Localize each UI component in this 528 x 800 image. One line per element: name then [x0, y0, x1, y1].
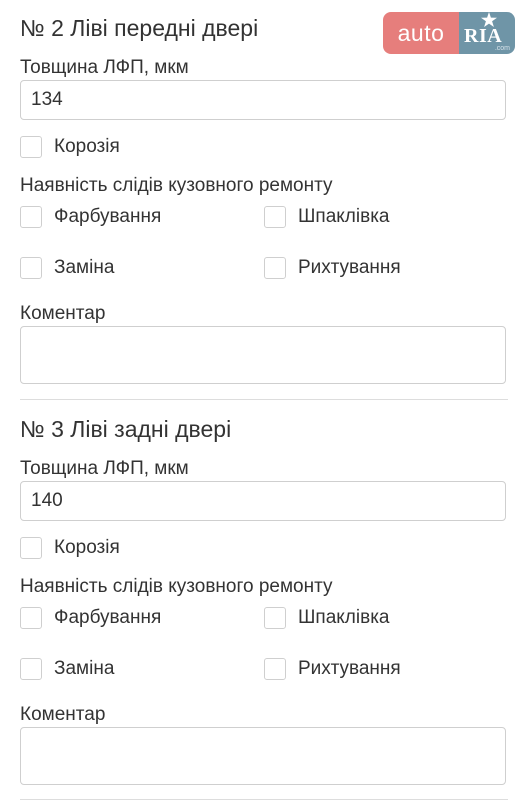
inspection-form: auto RIA .com № 2 Ліві передні двері Тов…: [0, 0, 528, 800]
straightening-checkbox-row[interactable]: Рихтування: [264, 255, 401, 281]
corrosion-checkbox-row[interactable]: Корозія: [20, 535, 120, 561]
painting-checkbox[interactable]: [20, 607, 42, 629]
thickness-label: Товщина ЛФП, мкм: [20, 57, 189, 78]
straightening-checkbox[interactable]: [264, 257, 286, 279]
putty-label: Шпаклівка: [298, 206, 390, 227]
replacement-checkbox[interactable]: [20, 658, 42, 680]
putty-label: Шпаклівка: [298, 607, 390, 628]
replacement-label: Заміна: [54, 658, 115, 679]
putty-checkbox-row[interactable]: Шпаклівка: [264, 605, 390, 631]
logo-auto-text: auto: [397, 19, 445, 46]
straightening-label: Рихтування: [298, 257, 401, 278]
auto-ria-logo[interactable]: auto RIA .com: [383, 12, 515, 54]
replacement-checkbox[interactable]: [20, 257, 42, 279]
corrosion-checkbox-row[interactable]: Корозія: [20, 134, 120, 160]
thickness-input[interactable]: [20, 80, 506, 120]
corrosion-label: Корозія: [54, 537, 120, 558]
logo-com-text: .com: [494, 45, 510, 52]
replacement-checkbox-row[interactable]: Заміна: [20, 656, 114, 682]
painting-checkbox-row[interactable]: Фарбування: [20, 605, 161, 631]
thickness-input[interactable]: [20, 481, 506, 521]
painting-checkbox-row[interactable]: Фарбування: [20, 204, 161, 230]
replacement-label: Заміна: [54, 257, 115, 278]
comment-textarea[interactable]: [20, 326, 506, 384]
painting-label: Фарбування: [54, 607, 162, 628]
logo-auto-part: auto: [383, 12, 459, 54]
logo-ria-part: RIA .com: [459, 12, 515, 54]
corrosion-label: Корозія: [54, 136, 120, 157]
putty-checkbox-row[interactable]: Шпаклівка: [264, 204, 390, 230]
section-title: № 2 Ліві передні двері: [20, 15, 259, 41]
putty-checkbox[interactable]: [264, 206, 286, 228]
painting-label: Фарбування: [54, 206, 162, 227]
straightening-checkbox-row[interactable]: Рихтування: [264, 656, 401, 682]
replacement-checkbox-row[interactable]: Заміна: [20, 255, 114, 281]
corrosion-checkbox[interactable]: [20, 136, 42, 158]
straightening-checkbox[interactable]: [264, 658, 286, 680]
comment-textarea[interactable]: [20, 727, 506, 785]
corrosion-checkbox[interactable]: [20, 537, 42, 559]
comment-label: Коментар: [20, 303, 106, 324]
comment-label: Коментар: [20, 704, 106, 725]
body-repair-label: Наявність слідів кузовного ремонту: [20, 576, 333, 597]
thickness-label: Товщина ЛФП, мкм: [20, 458, 189, 479]
putty-checkbox[interactable]: [264, 607, 286, 629]
section-title: № 3 Ліві задні двері: [20, 416, 232, 442]
section-divider: [20, 399, 508, 400]
painting-checkbox[interactable]: [20, 206, 42, 228]
straightening-label: Рихтування: [298, 658, 401, 679]
body-repair-label: Наявність слідів кузовного ремонту: [20, 175, 333, 196]
